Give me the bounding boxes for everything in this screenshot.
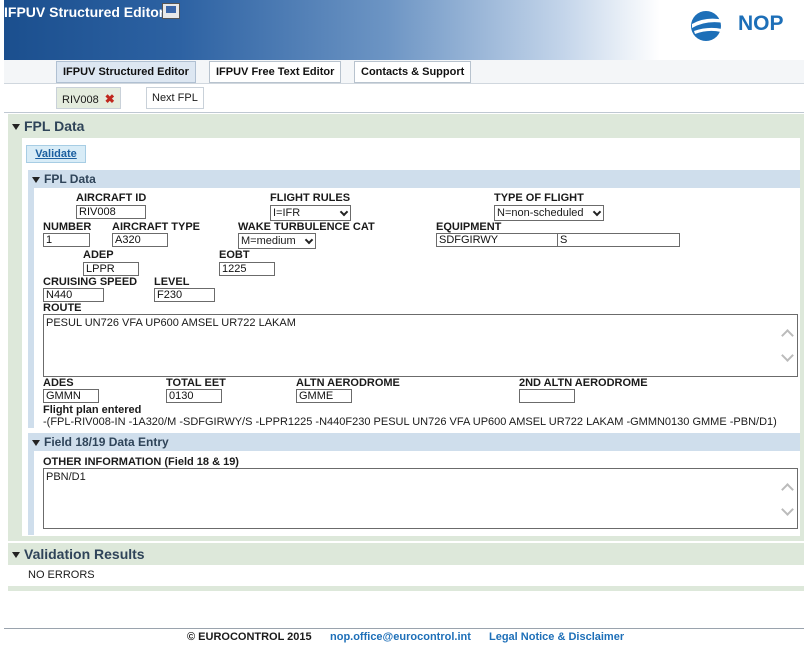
cruising-speed-label: CRUISING SPEED <box>43 276 138 288</box>
tab-structured-editor[interactable]: IFPUV Structured Editor <box>56 61 196 83</box>
other-info-scrollbar[interactable] <box>781 481 795 517</box>
other-info-label: OTHER INFORMATION (Field 18 & 19) <box>43 456 239 468</box>
field18-label: Field 18/19 Data Entry <box>44 435 169 449</box>
app-title: IFPUV Structured Editor <box>4 4 165 20</box>
tab-flight-riv008[interactable]: RIV008 ✖ <box>56 87 121 109</box>
flight-plan-entered-label: Flight plan entered <box>43 404 142 416</box>
total-eet-input[interactable]: 0130 <box>166 389 222 403</box>
fpl-data-header[interactable]: FPL Data <box>12 118 84 134</box>
collapse-triangle-icon <box>32 439 40 446</box>
wake-turbulence-select[interactable]: M=medium <box>238 233 316 249</box>
number-input[interactable]: 1 <box>43 233 90 247</box>
level-input[interactable]: F230 <box>154 288 215 302</box>
chevron-down-icon <box>304 235 314 245</box>
chevron-down-icon <box>339 207 349 217</box>
fpl-data-title: FPL Data <box>24 118 85 134</box>
close-icon[interactable]: ✖ <box>105 92 115 106</box>
altn-aerodrome-input[interactable]: GMME <box>296 389 352 403</box>
tab-flight-label: RIV008 <box>62 94 99 106</box>
route-label: ROUTE <box>43 302 82 314</box>
tab-next-fpl[interactable]: Next FPL <box>146 87 204 109</box>
flight-plan-entered-text: -(FPL-RIV008-IN -1A320/M -SDFGIRWY/S -LP… <box>43 416 777 428</box>
eobt-label: EOBT <box>219 249 250 261</box>
altn-aerodrome-label: ALTN AERODROME <box>296 377 400 389</box>
validation-results-header[interactable]: Validation Results <box>12 546 145 562</box>
fpl-data-inner-header[interactable] <box>28 170 800 188</box>
validate-button[interactable]: Validate <box>26 145 86 163</box>
collapse-triangle-icon <box>32 176 40 183</box>
footer-legal-link[interactable]: Legal Notice & Disclaimer <box>489 631 624 643</box>
route-value: PESUL UN726 VFA UP600 AMSEL UR722 LAKAM <box>46 317 296 329</box>
equipment-label: EQUIPMENT <box>436 221 502 233</box>
route-scrollbar[interactable] <box>781 327 795 363</box>
collapse-triangle-icon <box>12 124 20 131</box>
level-label: LEVEL <box>154 276 190 288</box>
scroll-up-icon[interactable] <box>781 483 794 496</box>
ades-label: ADES <box>43 377 74 389</box>
footer-copyright: © EUROCONTROL 2015 <box>187 631 312 643</box>
fpl-data-inner-title[interactable]: FPL Data <box>32 172 96 186</box>
equipment-surveillance-input[interactable]: S <box>557 233 680 247</box>
aircraft-id-label: AIRCRAFT ID <box>76 192 147 204</box>
aircraft-type-label: AIRCRAFT TYPE <box>112 221 200 233</box>
second-altn-label: 2ND ALTN AERODROME <box>519 377 648 389</box>
app-header: IFPUV Structured Editor NOP <box>4 0 804 60</box>
adep-input[interactable]: LPPR <box>83 262 139 276</box>
footer-email-link[interactable]: nop.office@eurocontrol.int <box>330 631 471 643</box>
nop-swirl-icon <box>691 11 724 41</box>
route-textarea[interactable]: PESUL UN726 VFA UP600 AMSEL UR722 LAKAM <box>43 314 798 377</box>
chevron-down-icon <box>592 207 602 217</box>
other-info-textarea[interactable]: PBN/D1 <box>43 468 798 529</box>
aircraft-type-input[interactable]: A320 <box>112 233 168 247</box>
footer: © EUROCONTROL 2015 nop.office@eurocontro… <box>0 630 804 648</box>
number-label: NUMBER <box>43 221 92 233</box>
main-nav: IFPUV Structured Editor IFPUV Free Text … <box>4 60 804 84</box>
flightplan-tabs: RIV008 ✖ Next FPL <box>4 84 804 113</box>
total-eet-label: TOTAL EET <box>166 377 226 389</box>
tab-contacts-support[interactable]: Contacts & Support <box>354 61 472 83</box>
wake-turbulence-label: WAKE TURBULENCE CAT <box>238 221 375 233</box>
scroll-down-icon[interactable] <box>781 503 794 516</box>
nop-logo-text: NOP <box>738 12 784 35</box>
aircraft-id-input[interactable]: RIV008 <box>76 205 146 219</box>
flight-rules-value: I=IFR <box>273 207 301 219</box>
validation-result-text: NO ERRORS <box>28 569 95 581</box>
wake-turbulence-value: M=medium <box>241 235 296 247</box>
flight-rules-select[interactable]: I=IFR <box>270 205 351 221</box>
type-of-flight-select[interactable]: N=non-scheduled <box>494 205 604 221</box>
scroll-up-icon[interactable] <box>781 329 794 342</box>
type-of-flight-label: TYPE OF FLIGHT <box>494 192 584 204</box>
cruising-speed-input[interactable]: N440 <box>43 288 104 302</box>
scroll-down-icon[interactable] <box>781 349 794 362</box>
second-altn-input[interactable] <box>519 389 575 403</box>
collapse-triangle-icon <box>12 552 20 559</box>
equipment-input[interactable]: SDFGIRWY <box>436 233 558 247</box>
tab-free-text-editor[interactable]: IFPUV Free Text Editor <box>209 61 342 83</box>
nop-logo: NOP <box>688 8 798 44</box>
adep-label: ADEP <box>83 249 114 261</box>
footer-divider <box>4 628 804 629</box>
field18-title[interactable]: Field 18/19 Data Entry <box>32 435 169 449</box>
ades-input[interactable]: GMMN <box>43 389 99 403</box>
eobt-input[interactable]: 1225 <box>219 262 275 276</box>
fpl-data-inner-label: FPL Data <box>44 172 96 186</box>
validation-results-body: NO ERRORS <box>22 565 804 587</box>
other-info-value: PBN/D1 <box>46 471 86 483</box>
flight-rules-label: FLIGHT RULES <box>270 192 351 204</box>
validation-results-title: Validation Results <box>24 546 145 562</box>
type-of-flight-value: N=non-scheduled <box>497 207 584 219</box>
monitor-icon[interactable] <box>162 3 180 19</box>
